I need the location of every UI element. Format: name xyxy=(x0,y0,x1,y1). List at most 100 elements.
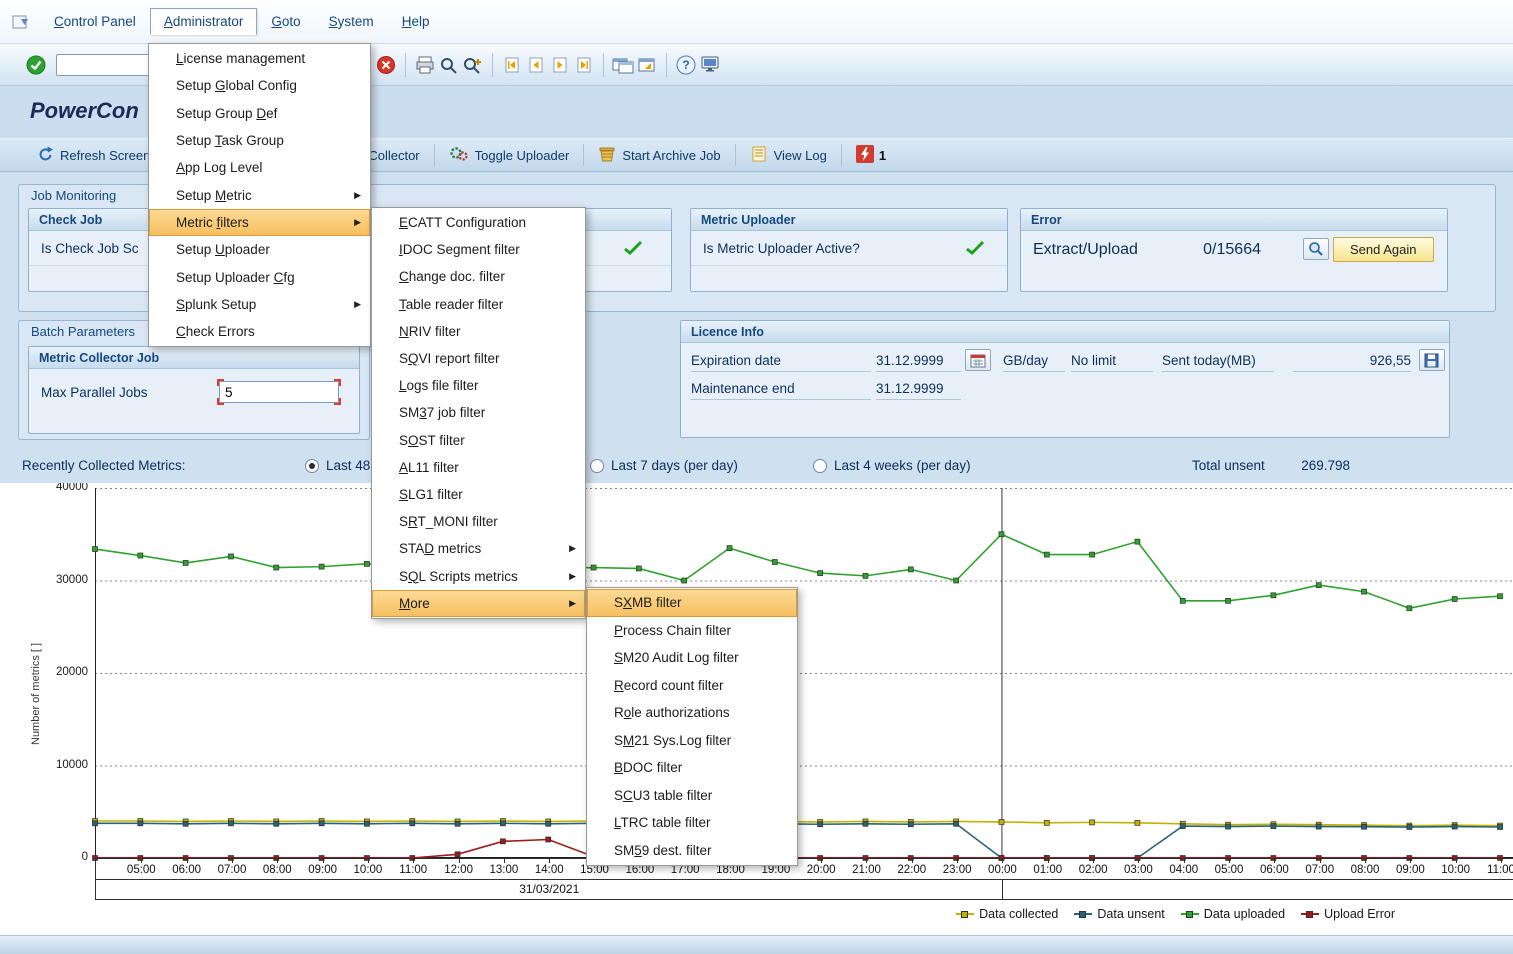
x-axis-tick: 00:00 xyxy=(988,864,1017,876)
option-last-48-hours[interactable]: Last 48 xyxy=(305,458,370,473)
error-alert[interactable]: 1 xyxy=(855,144,886,166)
chart-legend: Data collected Data unsent Data uploaded Up… xyxy=(956,907,1395,921)
menu-item-setup-uploader[interactable]: Setup Uploader xyxy=(149,236,370,263)
x-axis-tick: 11:00 xyxy=(399,864,428,876)
menu-item-sxmb-filter[interactable]: SXMB filter xyxy=(587,589,797,617)
menu-item-scu3-table-filter[interactable]: SCU3 table filter xyxy=(587,782,797,810)
menu-item-sqvi-report-filter[interactable]: SQVI report filter xyxy=(372,345,585,372)
y-axis-tick: 10000 xyxy=(56,758,88,771)
toolbar-separator xyxy=(666,52,667,77)
menu-item-check-errors[interactable]: Check Errors xyxy=(149,318,370,345)
first-page-icon[interactable] xyxy=(500,53,524,77)
next-page-icon[interactable] xyxy=(548,53,572,77)
menu-item-nriv-filter[interactable]: NRIV filter xyxy=(372,318,585,345)
appbar-separator xyxy=(734,144,736,166)
detail-search-button[interactable] xyxy=(1303,238,1329,260)
menu-item-sost-filter[interactable]: SOST filter xyxy=(372,427,585,454)
menu-item-sm59-dest-filter[interactable]: SM59 dest. filter xyxy=(587,837,797,865)
x-tick-mark xyxy=(1455,859,1457,863)
x-axis-tick: 02:00 xyxy=(1078,864,1108,876)
menu-item-label: SM21 Sys.Log filter xyxy=(614,732,732,748)
menu-item-goto[interactable]: Goto xyxy=(257,8,314,35)
menu-item-splunk-setup[interactable]: Splunk Setup ▶ xyxy=(149,291,370,318)
option-label: Last 7 days (per day) xyxy=(611,458,738,473)
enter-icon[interactable] xyxy=(24,53,48,77)
menu-item-label: SXMB filter xyxy=(614,595,682,611)
send-again-button[interactable]: Send Again xyxy=(1333,237,1434,262)
previous-page-icon[interactable] xyxy=(524,53,548,77)
menu-item-setup-task-group[interactable]: Setup Task Group xyxy=(149,127,370,154)
menu-item-role-authorizations[interactable]: Role authorizations xyxy=(587,699,797,727)
menu-item-label: IDOC Segment filter xyxy=(399,242,520,258)
menu-item-control-panel[interactable]: Control Panel xyxy=(40,8,150,35)
selection-corner xyxy=(334,398,341,405)
status-strip xyxy=(0,935,1513,954)
menu-item-change-doc-filter[interactable]: Change doc. filter xyxy=(372,263,585,290)
menu-item-logs-file-filter[interactable]: Logs file filter xyxy=(372,372,585,399)
x-axis-tick: 03:00 xyxy=(1124,864,1153,876)
metric-collector-job-panel: Metric Collector Job Max Parallel Jobs xyxy=(28,346,360,434)
menu-item-license-management[interactable]: License management xyxy=(149,45,370,72)
last-page-icon[interactable] xyxy=(572,53,596,77)
menu-item-system[interactable]: System xyxy=(315,8,388,35)
menu-item-ltrc-table-filter[interactable]: LTRC table filter xyxy=(587,809,797,837)
menu-item-metric-filters[interactable]: Metric filters ▶ xyxy=(149,208,370,237)
menu-item-ecatt-configuration[interactable]: ECATT Configuration xyxy=(372,209,585,236)
menu-item-bdoc-filter[interactable]: BDOC filter xyxy=(587,754,797,782)
menu-item-al11-filter[interactable]: AL11 filter xyxy=(372,454,585,481)
submenu-arrow-icon: ▶ xyxy=(354,189,361,200)
x-tick-mark xyxy=(413,859,415,863)
menu-item-label: LTRC table filter xyxy=(614,815,711,831)
menu-item-label: Administrator xyxy=(163,14,244,29)
cancel-icon[interactable] xyxy=(374,53,398,77)
export-save-button[interactable] xyxy=(1419,349,1445,371)
menu-item-sm20-audit-log-filter[interactable]: SM20 Audit Log filter xyxy=(587,644,797,672)
menu-item-sql-scripts-metrics[interactable]: SQL Scripts metrics ▶ xyxy=(372,562,585,589)
menu-item-idoc-segment-filter[interactable]: IDOC Segment filter xyxy=(372,236,585,263)
menu-item-slg1-filter[interactable]: SLG1 filter xyxy=(372,481,585,508)
menu-item-table-reader-filter[interactable]: Table reader filter xyxy=(372,291,585,318)
option-last-4-weeks[interactable]: Last 4 weeks (per day) xyxy=(813,458,971,473)
legend-marker-icon xyxy=(1180,910,1199,919)
print-icon[interactable] xyxy=(413,53,437,77)
start-archive-job-button[interactable]: Start Archive Job xyxy=(588,139,730,171)
x-axis-tick: 04:00 xyxy=(1169,864,1199,876)
menu-item-setup-metric[interactable]: Setup Metric ▶ xyxy=(149,181,370,208)
menu-item-sm37-job-filter[interactable]: SM37 job filter xyxy=(372,399,585,426)
menu-item-setup-group-def[interactable]: Setup Group Def xyxy=(149,100,370,127)
new-session-icon[interactable] xyxy=(611,53,635,77)
max-parallel-jobs-input[interactable] xyxy=(219,381,339,403)
view-log-button[interactable]: View Log xyxy=(740,139,837,171)
x-axis-tick: 07:00 xyxy=(1305,864,1335,876)
menu-item-administrator[interactable]: Administrator xyxy=(149,8,258,35)
x-tick-mark xyxy=(1319,859,1321,863)
x-tick-mark xyxy=(503,859,505,863)
calendar-button[interactable] xyxy=(965,349,991,371)
gears-icon xyxy=(449,145,469,166)
menu-item-help[interactable]: Help xyxy=(388,8,444,35)
option-last-7-days[interactable]: Last 7 days (per day) xyxy=(590,458,738,473)
menu-item-setup-global-config[interactable]: Setup Global Config xyxy=(149,72,370,99)
menu-item-record-count-filter[interactable]: Record count filter xyxy=(587,672,797,700)
menu-item-setup-uploader-cfg[interactable]: Setup Uploader Cfg xyxy=(149,263,370,290)
menu-item-label: Check Errors xyxy=(176,324,255,340)
legend-item: Data uploaded xyxy=(1180,907,1285,921)
menu-item-sm21-sys-log-filter[interactable]: SM21 Sys.Log filter xyxy=(587,727,797,755)
menu-item-more[interactable]: More ▶ xyxy=(372,589,585,617)
menu-item-srt-moni-filter[interactable]: SRT_MONI filter xyxy=(372,508,585,535)
refresh-screen-button[interactable]: Refresh Screen xyxy=(26,139,160,171)
toggle-uploader-button[interactable]: Toggle Uploader xyxy=(439,139,580,171)
x-axis-tick: 06:00 xyxy=(1259,864,1289,876)
x-tick-mark xyxy=(367,859,369,863)
x-axis-tick: 12:00 xyxy=(444,864,473,876)
menu-item-label: BDOC filter xyxy=(614,760,683,776)
menu-item-app-log-level[interactable]: App Log Level xyxy=(149,154,370,181)
help-icon[interactable]: ? xyxy=(674,53,698,77)
menu-item-process-chain-filter[interactable]: Process Chain filter xyxy=(587,617,797,645)
find-next-icon[interactable] xyxy=(461,53,485,77)
create-shortcut-icon[interactable] xyxy=(635,53,659,77)
customize-layout-icon[interactable] xyxy=(698,53,722,77)
find-icon[interactable] xyxy=(437,53,461,77)
submenu-arrow-icon: ▶ xyxy=(569,543,576,554)
menu-item-stad-metrics[interactable]: STAD metrics ▶ xyxy=(372,535,585,562)
